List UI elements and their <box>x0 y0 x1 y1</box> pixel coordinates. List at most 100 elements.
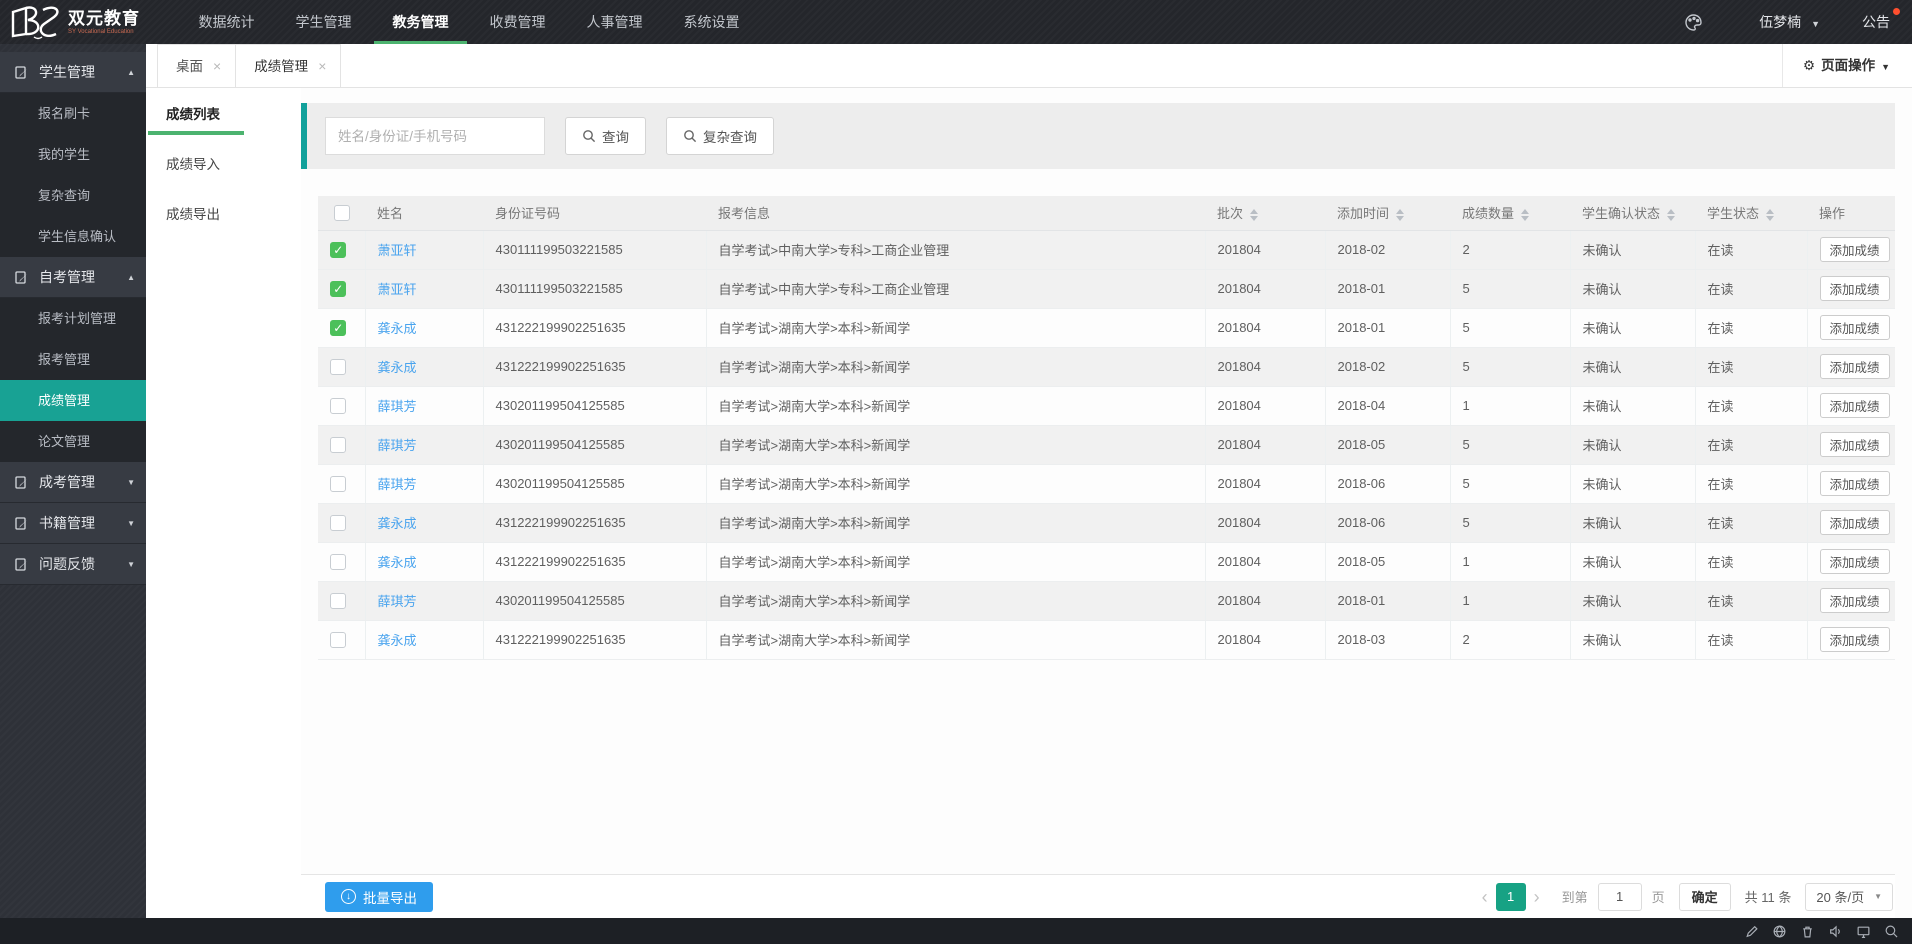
column-header: 报考信息 <box>706 196 1205 231</box>
sidebar-group-header[interactable]: 成考管理 ▼ <box>0 462 146 503</box>
batch-export-button[interactable]: ↓ 批量导出 <box>325 881 433 912</box>
submenu-item[interactable]: 成绩列表 <box>146 90 301 140</box>
id-number-cell: 430111199503221585 <box>483 269 707 309</box>
add-score-button[interactable]: 添加成绩 <box>1819 588 1890 613</box>
column-header[interactable]: 批次 <box>1205 196 1325 231</box>
topnav-item[interactable]: 系统设置 <box>663 0 760 44</box>
topnav-item[interactable]: 教务管理 <box>372 0 469 44</box>
score-count-cell: 2 <box>1450 230 1571 270</box>
sidebar-group-header[interactable]: 问题反馈 ▼ <box>0 544 146 585</box>
sort-icon[interactable] <box>1521 208 1530 221</box>
score-count-cell: 5 <box>1450 503 1571 543</box>
add-score-button[interactable]: 添加成绩 <box>1819 276 1890 301</box>
sidebar-item[interactable]: 成绩管理 <box>0 380 146 421</box>
submenu-item[interactable]: 成绩导出 <box>146 190 301 240</box>
row-checkbox[interactable] <box>330 631 347 648</box>
sidebar-item[interactable]: 报名刷卡 <box>0 93 146 134</box>
student-name-link[interactable]: 龚永成 <box>378 633 417 648</box>
search-input[interactable] <box>325 117 545 155</box>
student-name-link[interactable]: 龚永成 <box>378 516 417 531</box>
student-name-link[interactable]: 龚永成 <box>378 321 417 336</box>
sidebar-group-header[interactable]: 自考管理 ▲ <box>0 257 146 298</box>
student-name-link[interactable]: 薛琪芳 <box>378 477 417 492</box>
confirm-page-button[interactable]: 确定 <box>1678 882 1731 911</box>
brand-logo-icon <box>6 3 68 41</box>
add-score-button[interactable]: 添加成绩 <box>1819 471 1890 496</box>
sidebar-item[interactable]: 论文管理 <box>0 421 146 462</box>
tab-inactive[interactable]: 桌面 × <box>157 44 236 87</box>
row-checkbox[interactable] <box>330 592 347 609</box>
goto-page-input[interactable] <box>1597 882 1642 911</box>
add-score-button[interactable]: 添加成绩 <box>1819 393 1890 418</box>
student-name-link[interactable]: 龚永成 <box>378 555 417 570</box>
column-label: 学生确认状态 <box>1582 206 1661 222</box>
display-icon[interactable] <box>1852 922 1874 940</box>
topnav-item[interactable]: 人事管理 <box>566 0 663 44</box>
sidebar-item[interactable]: 报考计划管理 <box>0 298 146 339</box>
zoom-icon[interactable] <box>1880 922 1902 940</box>
add-score-button[interactable]: 添加成绩 <box>1819 237 1890 262</box>
row-checkbox[interactable] <box>330 397 347 414</box>
column-header[interactable]: 添加时间 <box>1325 196 1450 231</box>
globe-icon[interactable] <box>1768 922 1790 940</box>
topnav-item[interactable]: 学生管理 <box>275 0 372 44</box>
add-score-button[interactable]: 添加成绩 <box>1819 549 1890 574</box>
student-name-link[interactable]: 龚永成 <box>378 360 417 375</box>
column-header[interactable]: 学生确认状态 <box>1570 196 1695 231</box>
batch-cell: 201804 <box>1205 542 1326 582</box>
select-all-checkbox[interactable] <box>333 205 350 222</box>
notice-button[interactable]: 公告 <box>1862 8 1900 32</box>
row-checkbox[interactable] <box>330 475 347 492</box>
row-checkbox[interactable] <box>330 514 347 531</box>
student-name-link[interactable]: 薛琪芳 <box>378 399 417 414</box>
page-number-button[interactable]: 1 <box>1495 882 1526 911</box>
grades-table: 姓名 身份证号码 报考信息 批次 添加时间 成绩数量 学生确认状态 学生状态 操作 萧亚轩 430… <box>318 196 1895 660</box>
sort-icon[interactable] <box>1667 208 1676 221</box>
student-name-link[interactable]: 薛琪芳 <box>378 594 417 609</box>
added-time-cell: 2018-01 <box>1325 308 1451 348</box>
sort-icon[interactable] <box>1250 208 1259 221</box>
student-name-link[interactable]: 薛琪芳 <box>378 438 417 453</box>
theme-palette-icon[interactable] <box>1684 13 1703 32</box>
topnav-item[interactable]: 收费管理 <box>469 0 566 44</box>
sidebar-group-header[interactable]: 学生管理 ▲ <box>0 52 146 93</box>
row-checkbox[interactable] <box>330 358 347 375</box>
row-checkbox[interactable] <box>330 241 347 258</box>
close-icon[interactable]: × <box>318 58 326 74</box>
volume-icon[interactable] <box>1824 922 1846 940</box>
student-name-link[interactable]: 萧亚轩 <box>378 282 417 297</box>
tab-active[interactable]: 成绩管理 × <box>235 44 342 87</box>
add-score-button[interactable]: 添加成绩 <box>1819 627 1890 652</box>
row-checkbox[interactable] <box>330 280 347 297</box>
sort-icon[interactable] <box>1766 208 1775 221</box>
user-menu[interactable]: 伍梦楠 ▼ <box>1759 12 1820 32</box>
trash-icon[interactable] <box>1796 922 1818 940</box>
topnav-item[interactable]: 数据统计 <box>178 0 275 44</box>
sidebar-item[interactable]: 报考管理 <box>0 339 146 380</box>
sidebar-group-header[interactable]: 书籍管理 ▼ <box>0 503 146 544</box>
add-score-button[interactable]: 添加成绩 <box>1819 510 1890 535</box>
pen-icon[interactable] <box>1740 922 1762 940</box>
column-header[interactable]: 成绩数量 <box>1450 196 1570 231</box>
row-checkbox[interactable] <box>330 436 347 453</box>
sidebar-item[interactable]: 复杂查询 <box>0 175 146 216</box>
sidebar-group-label: 自考管理 <box>39 269 95 285</box>
add-score-button[interactable]: 添加成绩 <box>1819 315 1890 340</box>
sort-icon[interactable] <box>1396 208 1405 221</box>
close-icon[interactable]: × <box>213 58 221 74</box>
query-button[interactable]: 查询 <box>565 117 646 155</box>
complex-query-button[interactable]: 复杂查询 <box>666 117 774 155</box>
student-name-link[interactable]: 萧亚轩 <box>378 243 417 258</box>
submenu-item[interactable]: 成绩导入 <box>146 140 301 190</box>
add-score-button[interactable]: 添加成绩 <box>1819 432 1890 457</box>
page-size-select[interactable]: 20 条/页 ▼ <box>1805 882 1893 911</box>
sidebar-item[interactable]: 学生信息确认 <box>0 216 146 257</box>
row-checkbox[interactable] <box>330 553 347 570</box>
page-actions-button[interactable]: ⚙ 页面操作 ▼ <box>1781 44 1912 87</box>
next-page-button[interactable]: › <box>1526 884 1548 910</box>
row-checkbox[interactable] <box>330 319 347 336</box>
add-score-button[interactable]: 添加成绩 <box>1819 354 1890 379</box>
column-header[interactable]: 学生状态 <box>1695 196 1807 231</box>
prev-page-button[interactable]: ‹ <box>1474 884 1496 910</box>
sidebar-item[interactable]: 我的学生 <box>0 134 146 175</box>
